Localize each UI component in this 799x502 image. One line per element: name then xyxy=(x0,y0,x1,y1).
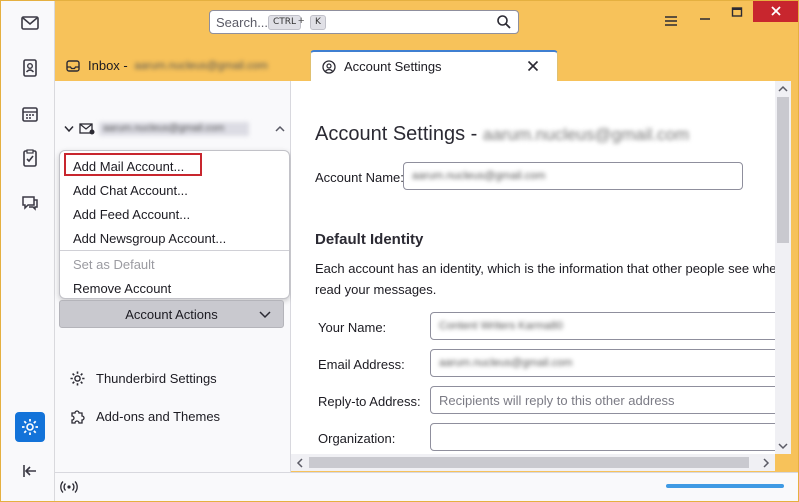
close-icon xyxy=(770,6,781,16)
page-title: Account Settings - aarum.nucleus@gmail.c… xyxy=(315,123,689,146)
tab-account-settings[interactable]: Account Settings xyxy=(310,50,558,81)
mail-icon[interactable] xyxy=(15,8,45,38)
thunderbird-settings-label: Thunderbird Settings xyxy=(96,371,217,386)
spaces-toolbar xyxy=(0,0,55,502)
menu-add-feed-account[interactable]: Add Feed Account... xyxy=(73,207,190,222)
description-line-2: read your messages. xyxy=(315,282,437,297)
address-book-icon[interactable] xyxy=(15,53,45,83)
ctrl-key-hint: CTRL xyxy=(268,15,302,30)
account-mail-icon xyxy=(79,123,95,135)
vertical-scrollbar[interactable] xyxy=(775,81,791,454)
account-actions-label: Account Actions xyxy=(125,306,218,322)
horizontal-scroll-thumb[interactable] xyxy=(309,457,749,468)
online-status-icon[interactable] xyxy=(60,479,78,495)
account-actions-menu: Add Mail Account... Add Chat Account... … xyxy=(59,150,290,299)
key-plus: + xyxy=(298,15,305,27)
scroll-up-icon[interactable] xyxy=(778,84,788,94)
menu-add-newsgroup-account[interactable]: Add Newsgroup Account... xyxy=(73,231,226,246)
reply-to-label: Reply-to Address: xyxy=(318,394,421,409)
hamburger-menu-icon[interactable] xyxy=(664,15,678,27)
vertical-scroll-thumb[interactable] xyxy=(777,97,789,243)
addons-themes-link[interactable]: Add-ons and Themes xyxy=(69,408,220,425)
collapse-spaces-icon[interactable] xyxy=(15,456,45,486)
maximize-icon[interactable] xyxy=(731,6,743,18)
status-bar xyxy=(55,472,799,502)
account-settings-page: Account Settings - aarum.nucleus@gmail.c… xyxy=(291,81,787,454)
k-key-hint: K xyxy=(310,15,326,30)
account-name: aarum.nucleus@gmail.com xyxy=(99,122,249,136)
account-settings-icon xyxy=(322,59,336,74)
tab-account-settings-label: Account Settings xyxy=(344,59,442,74)
horizontal-scrollbar[interactable] xyxy=(291,454,775,471)
organization-label: Organization: xyxy=(318,431,396,446)
search-placeholder: Search... xyxy=(216,15,269,30)
account-row[interactable]: aarum.nucleus@gmail.com xyxy=(58,118,270,140)
search-icon[interactable] xyxy=(496,14,512,30)
account-actions-button[interactable]: Account Actions xyxy=(59,300,284,328)
tab-strip: Inbox - aarum.nucleus@gmail.com Account … xyxy=(55,46,799,81)
settings-gear-icon[interactable] xyxy=(15,412,45,442)
scroll-right-icon[interactable] xyxy=(761,458,771,468)
tab-inbox-account: aarum.nucleus@gmail.com xyxy=(134,59,268,72)
calendar-icon[interactable] xyxy=(15,99,45,129)
thunderbird-settings-link[interactable]: Thunderbird Settings xyxy=(69,370,217,387)
chevron-down-icon xyxy=(259,311,271,319)
email-address-field[interactable]: aarum.nucleus@gmail.com xyxy=(430,349,787,377)
email-address-value: aarum.nucleus@gmail.com xyxy=(439,357,573,369)
account-name-value: aarum.nucleus@gmail.com xyxy=(412,170,546,182)
organization-field[interactable] xyxy=(430,423,787,451)
progress-bar xyxy=(666,484,784,488)
menu-add-mail-account[interactable]: Add Mail Account... xyxy=(73,159,184,174)
page-title-account: aarum.nucleus@gmail.com xyxy=(482,125,690,144)
description-line-1: Each account has an identity, which is t… xyxy=(315,261,787,276)
tab-inbox[interactable]: Inbox - aarum.nucleus@gmail.com xyxy=(55,50,305,81)
close-window-button[interactable] xyxy=(753,0,798,22)
email-address-label: Email Address: xyxy=(318,357,405,372)
scroll-left-icon[interactable] xyxy=(295,458,305,468)
menu-remove-account[interactable]: Remove Account xyxy=(73,281,171,296)
tab-inbox-label: Inbox - xyxy=(88,58,132,73)
addons-themes-label: Add-ons and Themes xyxy=(96,409,221,424)
chevron-down-icon[interactable] xyxy=(64,125,74,133)
scroll-down-icon[interactable] xyxy=(778,441,788,451)
your-name-label: Your Name: xyxy=(318,320,387,335)
tab-close-icon[interactable] xyxy=(525,58,541,74)
your-name-value: Content Writers Karma80 xyxy=(439,320,563,332)
account-name-field[interactable]: aarum.nucleus@gmail.com xyxy=(403,162,743,190)
reply-to-placeholder: Recipients will reply to this other addr… xyxy=(439,393,675,408)
chat-icon[interactable] xyxy=(15,188,45,218)
account-name-label: Account Name: xyxy=(315,170,404,185)
gear-icon xyxy=(70,371,85,386)
menu-separator xyxy=(60,250,289,251)
minimize-icon[interactable] xyxy=(699,10,711,22)
puzzle-icon xyxy=(71,410,85,424)
page-title-text: Account Settings - xyxy=(315,123,483,145)
menu-add-chat-account[interactable]: Add Chat Account... xyxy=(73,183,188,198)
menu-set-as-default: Set as Default xyxy=(73,257,155,272)
reply-to-field[interactable]: Recipients will reply to this other addr… xyxy=(430,386,787,414)
inbox-icon xyxy=(66,59,80,72)
search-input[interactable]: Search... CTRL + K xyxy=(209,10,519,34)
section-title: Default Identity xyxy=(315,231,424,248)
tasks-icon[interactable] xyxy=(15,143,45,173)
folder-scroll-up-icon[interactable] xyxy=(275,124,285,134)
your-name-field[interactable]: Content Writers Karma80 xyxy=(430,312,787,340)
